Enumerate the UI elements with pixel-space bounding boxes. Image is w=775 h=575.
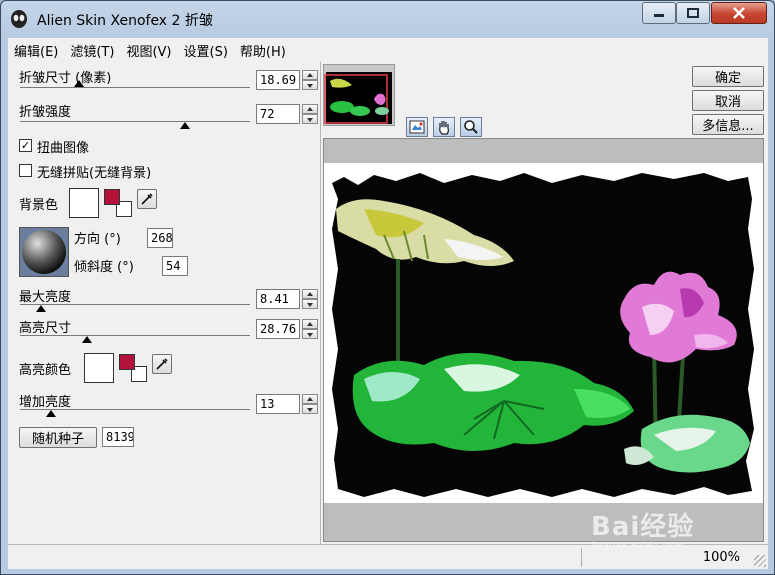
status-bar: 100% <box>8 544 768 569</box>
wrinkle-size-input[interactable]: 18.69 <box>256 70 300 90</box>
distort-image-checkbox[interactable]: ✓ <box>19 139 32 152</box>
tilt-input[interactable]: 54 <box>162 256 188 276</box>
maximize-icon <box>687 8 699 18</box>
preview-image <box>324 139 763 541</box>
panel-divider <box>320 62 321 544</box>
random-seed-button[interactable]: 随机种子 <box>19 427 97 448</box>
wrinkle-strength-input[interactable]: 72 <box>256 104 300 124</box>
highlight-size-input[interactable]: 28.76 <box>256 319 300 339</box>
alien-skin-logo-icon <box>11 10 27 28</box>
cancel-button[interactable]: 取消 <box>692 90 764 111</box>
eyedropper-icon <box>156 358 168 370</box>
max-brightness-input[interactable]: 8.41 <box>256 289 300 309</box>
app-window: Alien Skin Xenofex 2 折皱 编辑(E) 滤镜(T) 视图(V… <box>0 0 775 575</box>
highlight-eyedropper-button[interactable] <box>152 354 172 374</box>
wrinkle-strength-slider-thumb[interactable] <box>180 122 190 129</box>
sphere-icon <box>22 230 66 274</box>
wrinkle-size-label: 折皱尺寸 (像素) <box>19 71 112 86</box>
window-title: Alien Skin Xenofex 2 折皱 <box>37 13 213 29</box>
menu-edit[interactable]: 编辑(E) <box>8 41 64 60</box>
menu-help[interactable]: 帮助(H) <box>234 41 292 60</box>
add-brightness-input[interactable]: 13 <box>256 394 300 414</box>
seamless-tile-label: 无缝拼贴(无缝背景) <box>37 166 152 181</box>
add-brightness-label: 增加亮度 <box>19 395 72 410</box>
dialog-body: 折皱尺寸 (像素) 18.69 折皱强度 72 ✓ 扭曲图像 无缝拼贴(无缝背景… <box>8 62 768 544</box>
wrinkle-size-slider-track[interactable] <box>20 87 250 88</box>
wrinkle-size-slider-thumb[interactable] <box>74 80 84 87</box>
preview-compare-button[interactable] <box>406 117 428 137</box>
seamless-tile-checkbox[interactable] <box>19 164 32 177</box>
navigator-panel[interactable] <box>323 64 395 126</box>
light-direction-widget[interactable] <box>19 227 69 277</box>
menu-filter[interactable]: 滤镜(T) <box>64 41 120 60</box>
wrinkle-strength-spinner[interactable] <box>302 104 318 124</box>
max-brightness-slider-track[interactable] <box>20 304 250 305</box>
title-bar: Alien Skin Xenofex 2 折皱 <box>1 1 774 37</box>
hand-tool-button[interactable] <box>433 117 455 137</box>
background-color-primary-swatch[interactable] <box>104 189 120 205</box>
highlight-color-swatch[interactable] <box>84 353 114 383</box>
zoom-level: 100% <box>702 550 740 565</box>
max-brightness-slider-thumb[interactable] <box>36 305 46 312</box>
wrinkle-strength-label: 折皱强度 <box>19 105 72 120</box>
preview-area[interactable] <box>323 138 764 542</box>
wrinkle-strength-slider-track[interactable] <box>20 121 250 122</box>
background-color-label: 背景色 <box>19 198 59 213</box>
compare-view-icon <box>409 120 425 134</box>
wrinkle-size-spinner[interactable] <box>302 70 318 90</box>
close-icon <box>733 7 745 19</box>
add-brightness-spinner[interactable] <box>302 394 318 414</box>
random-seed-input[interactable]: 8139 <box>102 427 134 447</box>
magnifier-icon <box>464 120 478 134</box>
minimize-button[interactable] <box>642 2 676 24</box>
ok-button[interactable]: 确定 <box>692 66 764 87</box>
eyedropper-icon <box>141 193 153 205</box>
menu-bar: 编辑(E) 滤镜(T) 视图(V) 设置(S) 帮助(H) <box>8 38 768 62</box>
highlight-size-slider-track[interactable] <box>20 335 250 336</box>
close-button[interactable] <box>711 2 767 24</box>
navigator-thumbnail[interactable] <box>324 65 394 125</box>
background-color-swatch[interactable] <box>69 188 99 218</box>
highlight-color-label: 高亮颜色 <box>19 363 72 378</box>
more-info-button[interactable]: 多信息... <box>692 114 764 135</box>
background-eyedropper-button[interactable] <box>137 189 157 209</box>
highlight-size-label: 高亮尺寸 <box>19 321 72 336</box>
zoom-tool-button[interactable] <box>460 117 482 137</box>
tilt-label: 倾斜度 (°) <box>74 260 134 275</box>
menu-view[interactable]: 视图(V) <box>120 41 177 60</box>
minimize-icon <box>654 14 664 17</box>
max-brightness-label: 最大亮度 <box>19 290 72 305</box>
direction-input[interactable]: 268 <box>147 228 173 248</box>
status-divider <box>581 548 582 567</box>
direction-label: 方向 (°) <box>74 232 121 247</box>
distort-image-label: 扭曲图像 <box>37 141 90 156</box>
highlight-size-spinner[interactable] <box>302 319 318 339</box>
resize-grip[interactable] <box>754 555 766 567</box>
hand-icon <box>439 121 449 135</box>
menu-settings[interactable]: 设置(S) <box>178 41 234 60</box>
highlight-size-slider-thumb[interactable] <box>82 336 92 343</box>
max-brightness-spinner[interactable] <box>302 289 318 309</box>
maximize-button[interactable] <box>676 2 710 24</box>
highlight-color-primary-swatch[interactable] <box>119 354 135 370</box>
add-brightness-slider-thumb[interactable] <box>46 410 56 417</box>
